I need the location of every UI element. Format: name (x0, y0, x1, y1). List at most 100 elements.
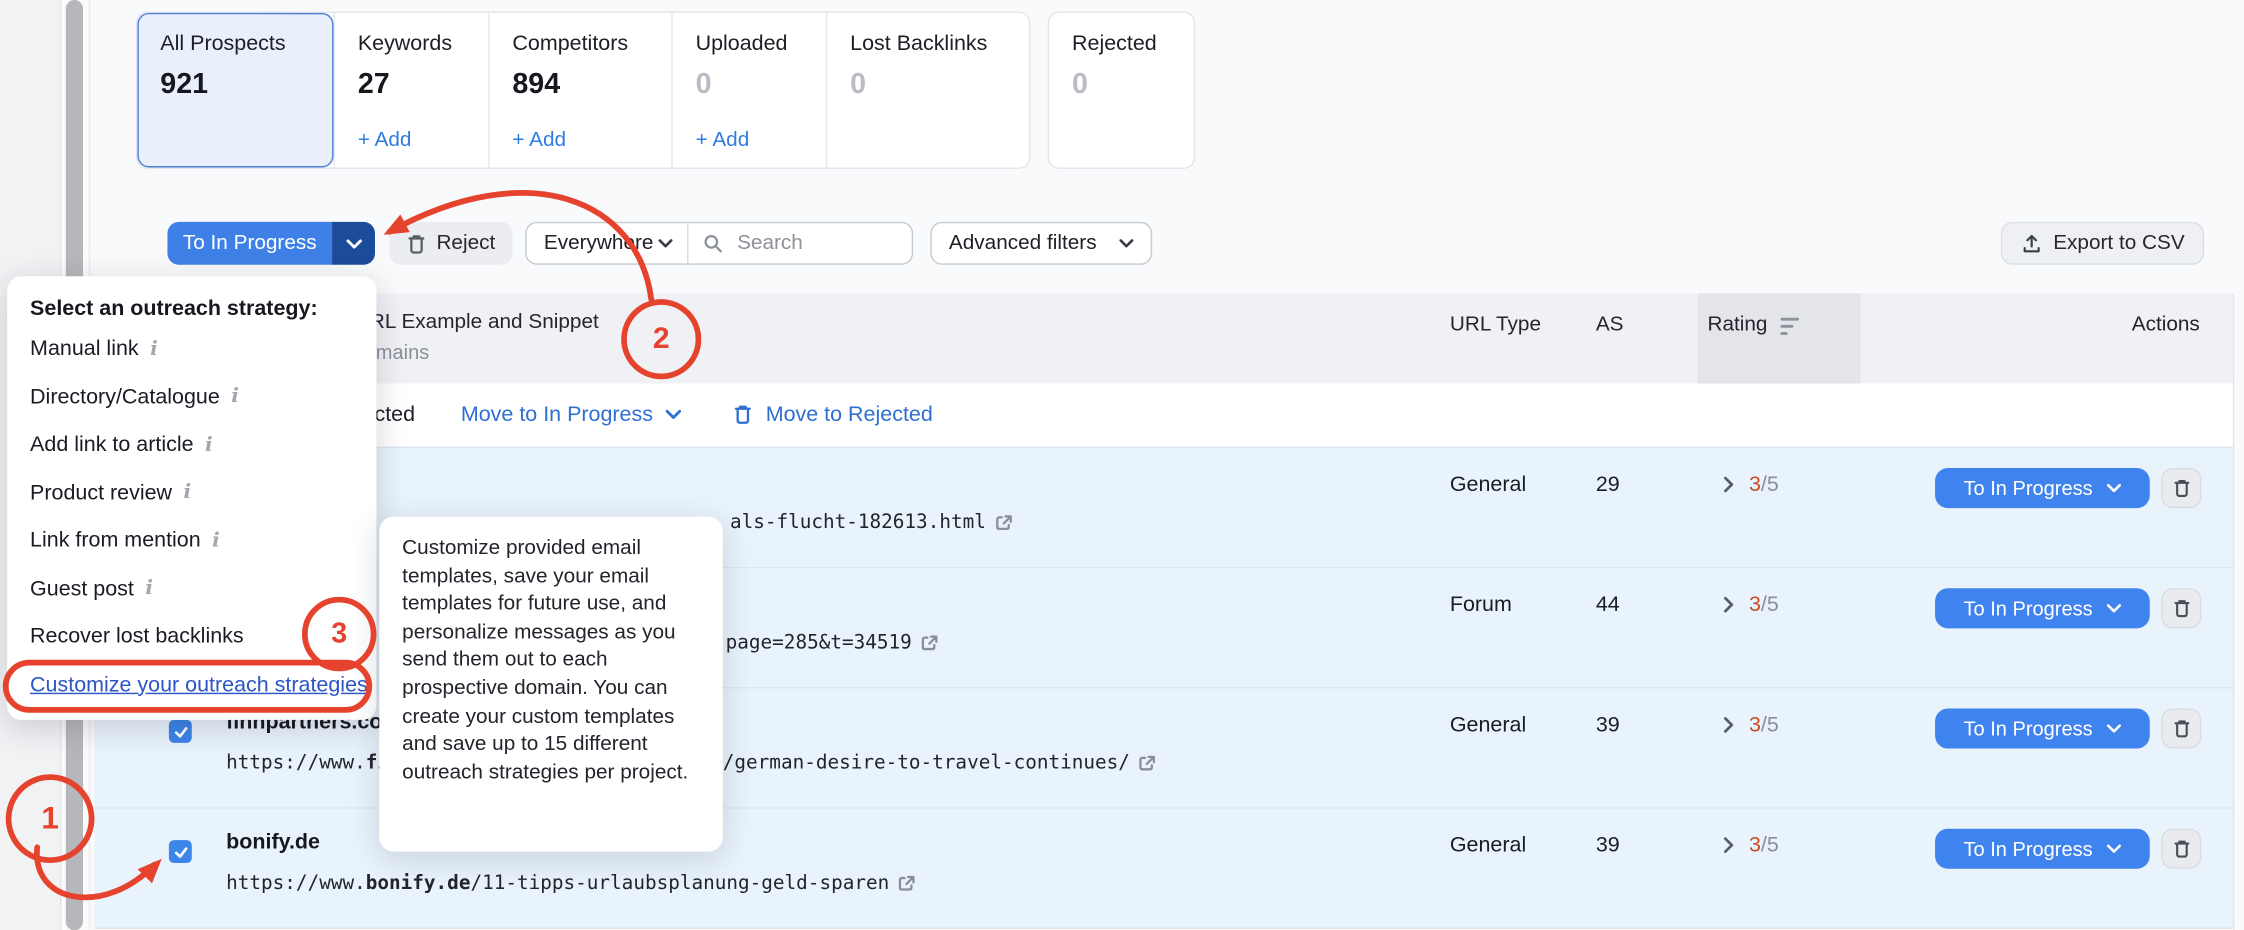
row-to-in-progress-button[interactable]: To In Progress (1935, 829, 2150, 869)
rating-total: /5 (1761, 833, 1779, 857)
tab-all-prospects[interactable]: All Prospects 921 (137, 13, 333, 168)
expand-row-chevron-icon[interactable] (1723, 716, 1734, 742)
row-delete-button[interactable] (2161, 588, 2201, 628)
info-icon[interactable] (145, 577, 153, 600)
advanced-filters-label: Advanced filters (949, 232, 1097, 255)
as-cell: 29 (1596, 472, 1620, 496)
tab-label: Lost Backlinks (850, 31, 1006, 55)
row-url: als-flucht-182613.html (730, 511, 1013, 534)
rating-cell[interactable]: 3/5 (1749, 593, 1779, 617)
as-cell: 39 (1596, 833, 1620, 857)
row-action-label: To In Progress (1963, 597, 2092, 620)
row-to-in-progress-button[interactable]: To In Progress (1935, 708, 2150, 748)
rating-value: 3 (1749, 472, 1761, 496)
column-header-as: AS (1596, 313, 1624, 336)
column-header-actions: Actions (2132, 313, 2200, 336)
row-delete-button[interactable] (2161, 829, 2201, 869)
as-cell: 44 (1596, 593, 1620, 617)
add-competitors-button[interactable]: + Add (512, 129, 566, 152)
prospect-tab-group: All Prospects 921 Keywords 27 + Add Comp… (136, 11, 1031, 168)
add-uploaded-button[interactable]: + Add (696, 129, 750, 152)
search-icon (703, 233, 723, 253)
row-delete-button[interactable] (2161, 468, 2201, 508)
tab-competitors[interactable]: Competitors 894 + Add (488, 13, 671, 168)
menu-item-add-link-to-article[interactable]: Add link to article (30, 421, 353, 469)
rating-value: 3 (1749, 833, 1761, 857)
expand-row-chevron-icon[interactable] (1723, 836, 1734, 862)
as-cell: 39 (1596, 713, 1620, 737)
expand-row-chevron-icon[interactable] (1723, 595, 1734, 621)
menu-item-label: Recover lost backlinks (30, 624, 244, 648)
search-box (688, 230, 911, 256)
export-icon (2020, 233, 2041, 254)
info-icon[interactable] (150, 337, 158, 360)
menu-item-label: Product review (30, 481, 172, 505)
url-type-cell: General (1450, 833, 1526, 857)
chevron-down-icon (2107, 604, 2121, 613)
row-url: page=285&t=34519 (726, 631, 939, 654)
export-label: Export to CSV (2053, 232, 2184, 255)
rating-cell[interactable]: 3/5 (1749, 713, 1779, 737)
info-icon[interactable] (231, 385, 239, 408)
info-icon[interactable] (212, 529, 220, 552)
row-action-label: To In Progress (1963, 837, 2092, 860)
url-prefix: https://www. (226, 751, 366, 774)
rating-label: Rating (1707, 313, 1767, 336)
chevron-down-icon (2107, 724, 2121, 733)
tab-uploaded[interactable]: Uploaded 0 + Add (671, 13, 826, 168)
rating-total: /5 (1761, 472, 1779, 496)
menu-item-label: Add link to article (30, 433, 193, 457)
url-fragment: /german-desire-to-travel-continues/ (723, 751, 1130, 774)
menu-item-manual-link[interactable]: Manual link (30, 325, 353, 373)
external-link-icon[interactable] (898, 874, 917, 893)
info-icon[interactable] (184, 481, 192, 504)
sort-descending-icon (1780, 318, 1799, 339)
tab-label: All Prospects (160, 31, 310, 55)
menu-item-label: Guest post (30, 576, 134, 600)
row-domain[interactable]: bonify.de (226, 830, 320, 854)
rating-value: 3 (1749, 593, 1761, 617)
export-to-csv-button[interactable]: Export to CSV (2001, 222, 2204, 265)
tab-lost-backlinks[interactable]: Lost Backlinks 0 (826, 13, 1029, 168)
bulk-actions-bar: selected Move to In Progress Move to Rej… (94, 384, 2232, 447)
rating-value: 3 (1749, 713, 1761, 737)
move-to-in-progress-link[interactable]: Move to In Progress (461, 402, 682, 426)
row-to-in-progress-button[interactable]: To In Progress (1935, 588, 2150, 628)
row-checkbox[interactable] (169, 720, 192, 743)
tab-count: 0 (1072, 69, 1171, 102)
rating-cell[interactable]: 3/5 (1749, 833, 1779, 857)
row-action-label: To In Progress (1963, 717, 2092, 740)
trash-icon (733, 404, 753, 425)
menu-item-link-from-mention[interactable]: Link from mention (30, 517, 353, 565)
row-to-in-progress-button[interactable]: To In Progress (1935, 468, 2150, 508)
tab-rejected[interactable]: Rejected 0 (1048, 11, 1195, 168)
expand-row-chevron-icon[interactable] (1723, 475, 1734, 501)
chevron-down-icon (2107, 844, 2121, 853)
menu-item-label: Link from mention (30, 528, 201, 552)
external-link-icon[interactable] (920, 633, 939, 652)
link-building-tool-screen: All Prospects 921 Keywords 27 + Add Comp… (0, 0, 2244, 930)
menu-title: Select an outreach strategy: (30, 291, 353, 325)
rating-cell[interactable]: 3/5 (1749, 472, 1779, 496)
external-link-icon[interactable] (994, 513, 1013, 532)
advanced-filters-button[interactable]: Advanced filters (930, 222, 1152, 265)
column-header-rating[interactable]: Rating (1697, 293, 1860, 383)
menu-item-label: Manual link (30, 337, 139, 361)
menu-item-guest-post[interactable]: Guest post (30, 565, 353, 613)
rating-total: /5 (1761, 713, 1779, 737)
annotation-highlight-oval (3, 660, 372, 713)
move-to-rejected-link[interactable]: Move to Rejected (733, 402, 933, 426)
to-in-progress-button[interactable]: To In Progress (167, 222, 332, 265)
url-domain-bold: bonify.de (366, 872, 471, 895)
info-icon[interactable] (205, 433, 213, 456)
url-type-cell: General (1450, 472, 1526, 496)
search-input[interactable] (734, 230, 897, 256)
menu-item-product-review[interactable]: Product review (30, 469, 353, 517)
move-to-in-progress-label: Move to In Progress (461, 402, 653, 426)
tab-keywords[interactable]: Keywords 27 + Add (333, 13, 488, 168)
add-keywords-button[interactable]: + Add (358, 129, 412, 152)
menu-item-directory-catalogue[interactable]: Directory/Catalogue (30, 373, 353, 421)
tab-count: 27 (358, 69, 465, 102)
row-delete-button[interactable] (2161, 708, 2201, 748)
external-link-icon[interactable] (1139, 754, 1158, 773)
